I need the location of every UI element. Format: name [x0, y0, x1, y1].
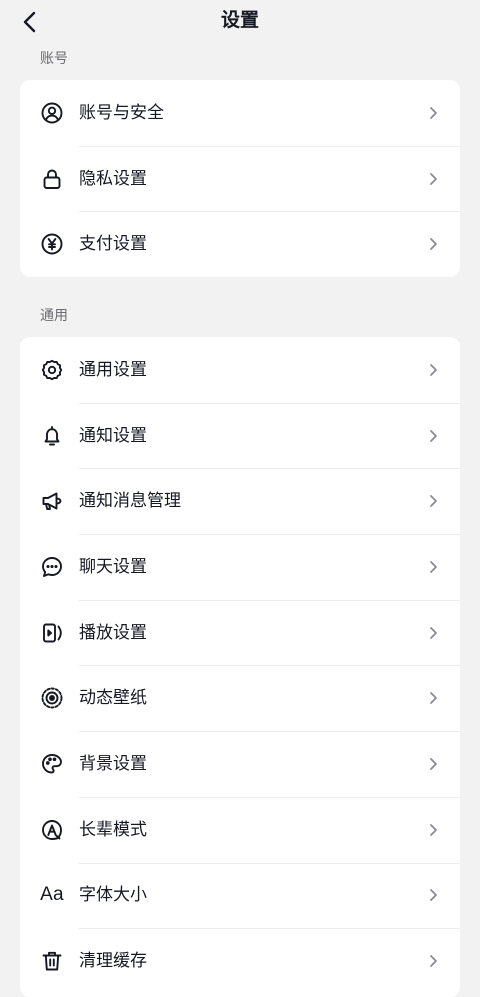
- chevron-right-icon: [426, 494, 440, 508]
- page-title: 设置: [220, 9, 259, 31]
- settings-item-label: 支付设置: [79, 234, 147, 255]
- elder-mode-icon: [40, 818, 64, 842]
- header-bar: 设置: [0, 0, 480, 44]
- settings-item-label: 通知设置: [79, 425, 147, 446]
- chevron-right-icon: [426, 429, 440, 443]
- section-label-general: 通用: [40, 308, 68, 324]
- settings-item-label: 动态壁纸: [79, 688, 147, 709]
- section-label-account: 账号: [40, 51, 68, 67]
- lock-icon: [40, 167, 64, 191]
- settings-item-label: 聊天设置: [79, 556, 147, 577]
- settings-item-account-security[interactable]: 账号与安全: [20, 80, 460, 146]
- settings-item-label: 通知消息管理: [79, 491, 181, 512]
- chevron-right-icon: [426, 823, 440, 837]
- gear-icon: [40, 358, 64, 382]
- settings-item-label: 账号与安全: [79, 102, 164, 123]
- chevron-right-icon: [426, 757, 440, 771]
- chevron-right-icon: [426, 626, 440, 640]
- settings-item-label: 播放设置: [79, 622, 147, 643]
- settings-item-notification[interactable]: 通知设置: [20, 402, 460, 469]
- megaphone-icon: [40, 489, 64, 513]
- chevron-right-icon: [426, 106, 440, 120]
- user-circle-icon: [40, 101, 64, 125]
- palette-icon: [40, 752, 64, 776]
- chevron-right-icon: [426, 237, 440, 251]
- general-settings-card: 通用设置 通知设置 通知消息管理 聊天设置 播放设置 动态壁纸 背景设置 长辈模…: [20, 337, 460, 997]
- account-settings-card: 账号与安全 隐私设置 支付设置: [20, 80, 460, 278]
- settings-item-notification-management[interactable]: 通知消息管理: [20, 468, 460, 534]
- settings-item-playback[interactable]: 播放设置: [20, 599, 460, 666]
- live-wallpaper-icon: [40, 686, 64, 710]
- font-size-icon-text: Aa: [40, 884, 64, 906]
- bell-icon: [40, 424, 64, 448]
- chevron-right-icon: [426, 363, 440, 377]
- settings-item-background[interactable]: 背景设置: [20, 731, 460, 797]
- settings-item-label: 隐私设置: [79, 168, 147, 189]
- settings-item-live-wallpaper[interactable]: 动态壁纸: [20, 665, 460, 731]
- settings-item-clear-cache[interactable]: 清理缓存: [20, 928, 460, 994]
- play-box-icon: [40, 621, 64, 645]
- settings-item-label: 字体大小: [79, 885, 147, 906]
- settings-item-label: 背景设置: [79, 753, 147, 774]
- chevron-right-icon: [426, 954, 440, 968]
- settings-item-payment[interactable]: 支付设置: [20, 211, 460, 277]
- settings-item-general[interactable]: 通用设置: [20, 337, 460, 403]
- settings-item-elder-mode[interactable]: 长辈模式: [20, 796, 460, 863]
- chevron-right-icon: [426, 560, 440, 574]
- settings-item-label: 通用设置: [79, 359, 147, 380]
- settings-item-privacy[interactable]: 隐私设置: [20, 145, 460, 212]
- chevron-right-icon: [426, 691, 440, 705]
- chevron-right-icon: [426, 172, 440, 186]
- chat-bubble-icon: [40, 555, 64, 579]
- settings-item-label: 清理缓存: [79, 951, 147, 972]
- settings-item-font-size[interactable]: Aa 字体大小: [20, 862, 460, 929]
- settings-item-label: 长辈模式: [79, 819, 147, 840]
- settings-item-chat[interactable]: 聊天设置: [20, 534, 460, 600]
- chevron-right-icon: [426, 888, 440, 902]
- font-size-icon: Aa: [40, 883, 64, 907]
- yen-circle-icon: [40, 232, 64, 256]
- trash-icon: [40, 949, 64, 973]
